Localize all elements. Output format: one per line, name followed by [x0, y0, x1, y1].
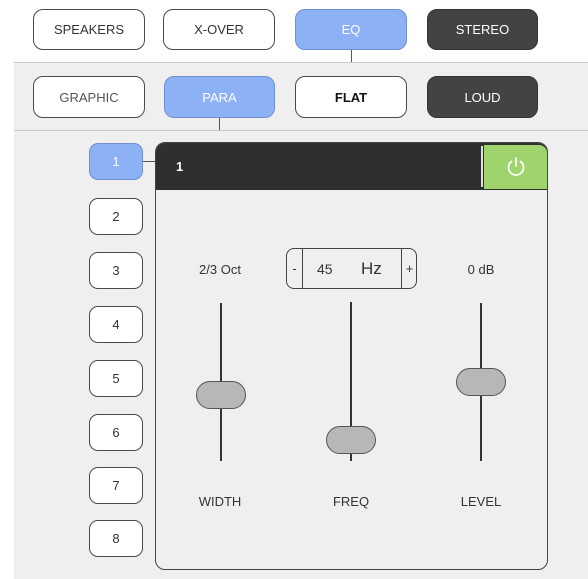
width-value: 2/3 Oct [199, 262, 241, 277]
level-value: 0 dB [467, 262, 495, 277]
para-connector [219, 118, 220, 130]
width-label: WIDTH [198, 494, 242, 509]
tab-stereo[interactable]: STEREO [427, 9, 538, 50]
freq-stepper: - 45 Hz + [286, 248, 417, 289]
level-label: LEVEL [460, 494, 502, 509]
tab-para[interactable]: PARA [164, 76, 275, 118]
tab-eq[interactable]: EQ [295, 9, 407, 50]
level-slider-knob[interactable] [456, 368, 506, 396]
band-button-4[interactable]: 4 [89, 306, 143, 343]
band-panel-header: 1 [156, 143, 547, 190]
band-button-8[interactable]: 8 [89, 520, 143, 557]
tab-graphic[interactable]: GRAPHIC [33, 76, 145, 118]
freq-decrement-button[interactable]: - [287, 249, 303, 288]
band-button-6[interactable]: 6 [89, 414, 143, 451]
tab-speakers[interactable]: SPEAKERS [33, 9, 145, 50]
freq-value[interactable]: 45 [317, 261, 333, 277]
header-separator [481, 146, 483, 187]
eq-connector [351, 50, 352, 62]
flat-button[interactable]: FLAT [295, 76, 407, 118]
band-button-1[interactable]: 1 [89, 143, 143, 180]
power-button[interactable] [484, 145, 547, 189]
freq-label: FREQ [332, 494, 370, 509]
width-slider-knob[interactable] [196, 381, 246, 409]
band-button-5[interactable]: 5 [89, 360, 143, 397]
band-button-7[interactable]: 7 [89, 467, 143, 504]
band-panel-title: 1 [176, 159, 184, 174]
freq-increment-button[interactable]: + [401, 249, 417, 288]
band-button-3[interactable]: 3 [89, 252, 143, 289]
band-connector [143, 161, 155, 162]
tab-x-over[interactable]: X-OVER [163, 9, 275, 50]
freq-slider-knob[interactable] [326, 426, 376, 454]
loud-button[interactable]: LOUD [427, 76, 538, 118]
power-icon [507, 157, 524, 176]
freq-unit: Hz [361, 259, 382, 278]
band-button-2[interactable]: 2 [89, 198, 143, 235]
